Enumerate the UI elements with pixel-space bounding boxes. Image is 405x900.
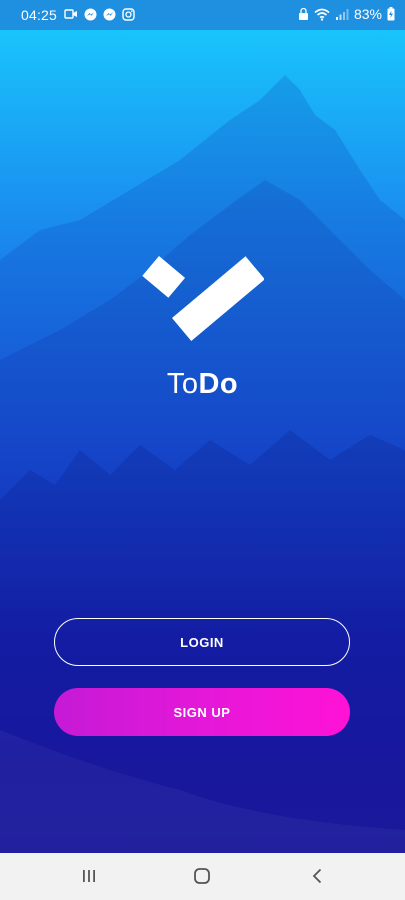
status-time: 04:25 bbox=[21, 7, 58, 23]
recent-apps-icon[interactable] bbox=[80, 867, 98, 885]
status-bar: 04:25 83% bbox=[0, 0, 405, 30]
navigation-bar bbox=[0, 853, 405, 900]
messenger-icon bbox=[84, 8, 97, 21]
battery-charging-icon bbox=[387, 7, 395, 21]
video-call-icon bbox=[64, 8, 78, 21]
app-name-part2: Do bbox=[198, 368, 239, 400]
login-button[interactable]: LOGIN bbox=[54, 618, 350, 666]
back-icon[interactable] bbox=[309, 867, 327, 885]
instagram-icon bbox=[122, 8, 135, 21]
screen: 04:25 83% ToDo LOGIN SIGN UP bbox=[0, 0, 405, 900]
checkmark-logo-icon bbox=[142, 254, 265, 344]
signup-button[interactable]: SIGN UP bbox=[54, 688, 350, 736]
app-background: ToDo LOGIN SIGN UP bbox=[0, 30, 405, 853]
app-name: ToDo bbox=[0, 368, 405, 401]
battery-percentage: 83% bbox=[353, 6, 382, 22]
lock-icon bbox=[298, 7, 309, 21]
notification-icons bbox=[64, 8, 135, 21]
messenger-icon bbox=[103, 8, 116, 21]
system-icons: 83% bbox=[298, 6, 395, 22]
app-name-part1: To bbox=[166, 368, 199, 400]
wifi-icon bbox=[314, 8, 330, 21]
home-icon[interactable] bbox=[193, 867, 211, 885]
signal-icon bbox=[335, 8, 349, 21]
